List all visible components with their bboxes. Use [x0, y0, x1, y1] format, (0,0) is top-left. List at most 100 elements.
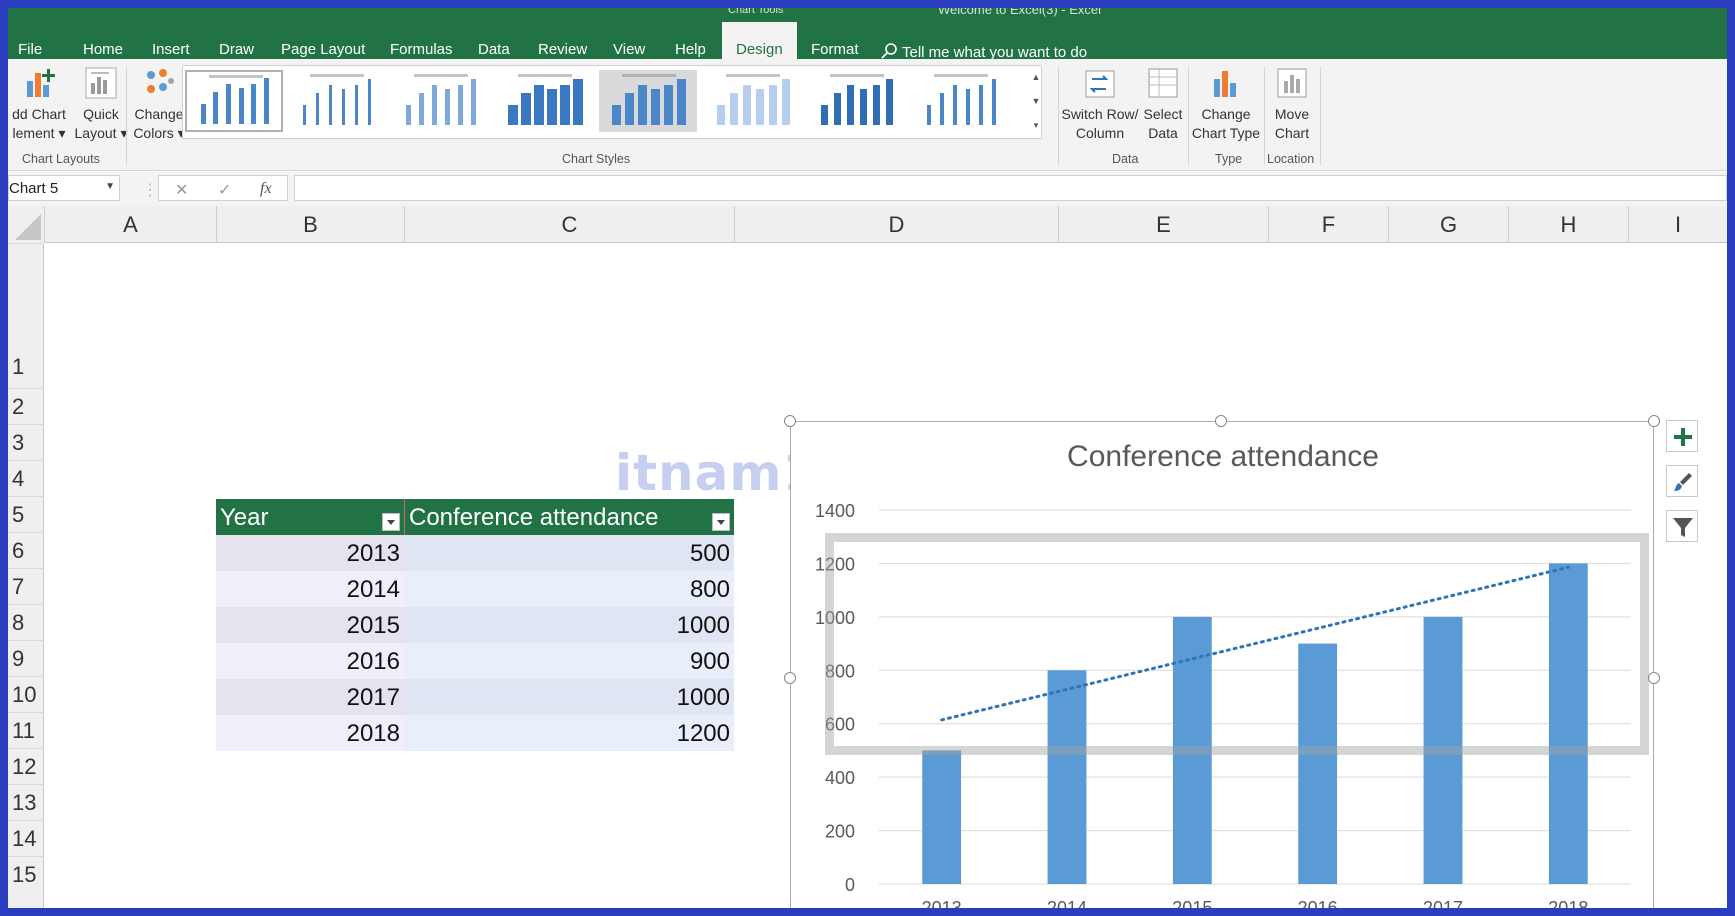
chart-style-3[interactable]	[391, 70, 489, 132]
tab-review[interactable]: Review	[538, 41, 587, 58]
resize-handle[interactable]	[1648, 672, 1660, 684]
row-header[interactable]: 15	[8, 856, 44, 908]
resize-handle[interactable]	[1648, 415, 1660, 427]
table-cell-attendance[interactable]: 1000	[404, 607, 734, 643]
insert-function-icon[interactable]: fx	[260, 180, 272, 198]
chart-elements-button[interactable]	[1666, 420, 1698, 452]
name-box[interactable]: Chart 5 ▼	[8, 175, 120, 201]
column-header-h[interactable]: H	[1508, 206, 1628, 243]
add-chart-element-button[interactable]: dd Chart lement ▾	[8, 65, 72, 143]
row-header[interactable]: 11	[8, 712, 44, 748]
tab-design[interactable]: Design	[722, 22, 797, 59]
chart-styles-button[interactable]	[1666, 465, 1698, 497]
x-tick-label: 2014	[1047, 898, 1087, 908]
switch-row-column-button[interactable]: Switch Row/ Column	[1060, 65, 1140, 143]
row-header[interactable]: 12	[8, 748, 44, 784]
table-header-label: Year	[220, 504, 269, 531]
tab-help[interactable]: Help	[675, 41, 706, 58]
row-header[interactable]: 13	[8, 784, 44, 820]
move-chart-label-2: Chart	[1274, 125, 1310, 141]
table-cell-year[interactable]: 2016	[216, 643, 404, 679]
tab-home[interactable]: Home	[83, 41, 123, 58]
chart-filters-button[interactable]	[1666, 510, 1698, 542]
group-label-chart-layouts: Chart Layouts	[22, 152, 100, 166]
table-cell-year[interactable]: 2018	[216, 715, 404, 751]
tab-draw[interactable]: Draw	[219, 41, 254, 58]
column-headers: A B C D E F G H I	[8, 206, 1727, 243]
table-cell-year[interactable]: 2017	[216, 679, 404, 715]
bar[interactable]	[922, 750, 962, 884]
enter-icon[interactable]: ✓	[218, 180, 231, 200]
chart-style-5[interactable]	[599, 70, 697, 132]
plus-icon	[1674, 428, 1692, 446]
row-header[interactable]: 7	[8, 568, 44, 604]
column-header-b[interactable]: B	[216, 206, 404, 243]
change-chart-type-button[interactable]: Change Chart Type	[1190, 65, 1262, 143]
gallery-up-button[interactable]: ▲	[1029, 65, 1043, 89]
table-cell-year[interactable]: 2014	[216, 571, 404, 607]
row-header[interactable]: 1	[8, 243, 44, 388]
name-box-value: Chart 5	[9, 180, 59, 197]
change-colors-button[interactable]: Change Colors ▾	[129, 65, 189, 143]
column-header-a[interactable]: A	[44, 206, 216, 243]
column-header-i[interactable]: I	[1628, 206, 1727, 243]
quick-layout-button[interactable]: Quick Layout ▾	[72, 65, 130, 143]
tab-formulas[interactable]: Formulas	[390, 41, 453, 58]
column-header-e[interactable]: E	[1058, 206, 1268, 243]
table-header-year[interactable]: Year	[216, 499, 404, 535]
row-header[interactable]: 3	[8, 424, 44, 460]
column-header-g[interactable]: G	[1388, 206, 1508, 243]
chart-style-4[interactable]	[495, 70, 593, 132]
chevron-down-icon[interactable]: ▼	[105, 181, 115, 192]
table-header-attendance[interactable]: Conference attendance	[404, 499, 734, 535]
chart-style-2[interactable]	[287, 70, 385, 132]
resize-handle[interactable]	[784, 672, 796, 684]
resize-handle[interactable]	[1215, 415, 1227, 427]
row-header[interactable]: 4	[8, 460, 44, 496]
tab-data[interactable]: Data	[478, 41, 510, 58]
column-header-f[interactable]: F	[1268, 206, 1388, 243]
row-headers: 1 2 3 4 5 6 7 8 9 10 11 12 13 14 15	[8, 243, 44, 908]
group-label-data: Data	[1112, 152, 1139, 166]
table-cell-year[interactable]: 2013	[216, 535, 404, 571]
tab-file[interactable]: File	[18, 41, 42, 58]
table-cell-attendance[interactable]: 1000	[404, 679, 734, 715]
row-header[interactable]: 9	[8, 640, 44, 676]
switch-row-column-icon	[1085, 70, 1115, 98]
select-data-button[interactable]: Select Data	[1141, 65, 1185, 143]
table-cell-year[interactable]: 2015	[216, 607, 404, 643]
row-header[interactable]: 5	[8, 496, 44, 532]
tab-page-layout[interactable]: Page Layout	[281, 41, 365, 58]
chart-style-6[interactable]	[703, 70, 801, 132]
filter-dropdown-icon[interactable]	[712, 513, 730, 531]
chart-style-7[interactable]	[807, 70, 905, 132]
table-cell-attendance[interactable]: 900	[404, 643, 734, 679]
tab-insert[interactable]: Insert	[152, 41, 190, 58]
table-cell-attendance[interactable]: 500	[404, 535, 734, 571]
selection-highlight	[825, 533, 1649, 755]
row-header[interactable]: 2	[8, 388, 44, 424]
resize-handle[interactable]	[784, 415, 796, 427]
add-chart-element-label-2: lement ▾	[12, 125, 66, 141]
table-cell-attendance[interactable]: 800	[404, 571, 734, 607]
filter-dropdown-icon[interactable]	[382, 513, 400, 531]
tab-format[interactable]: Format	[811, 41, 859, 58]
cancel-icon[interactable]: ✕	[175, 180, 188, 200]
column-header-d[interactable]: D	[734, 206, 1058, 243]
formula-input[interactable]	[294, 175, 1727, 201]
gallery-more-button[interactable]: ▾	[1029, 113, 1043, 137]
move-chart-button[interactable]: Move Chart	[1266, 65, 1318, 143]
select-all-corner[interactable]	[8, 206, 44, 243]
chart-style-1[interactable]	[185, 70, 283, 132]
row-header[interactable]: 14	[8, 820, 44, 856]
row-header[interactable]: 10	[8, 676, 44, 712]
title-bar: Chart Tools Welcome to Excel(3) - Excel	[8, 8, 1727, 18]
excel-window: Chart Tools Welcome to Excel(3) - Excel …	[8, 8, 1727, 908]
row-header[interactable]: 6	[8, 532, 44, 568]
row-header[interactable]: 8	[8, 604, 44, 640]
column-header-c[interactable]: C	[404, 206, 734, 243]
table-cell-attendance[interactable]: 1200	[404, 715, 734, 751]
tab-view[interactable]: View	[613, 41, 645, 58]
gallery-down-button[interactable]: ▼	[1029, 89, 1043, 113]
chart-style-8[interactable]	[911, 70, 1009, 132]
